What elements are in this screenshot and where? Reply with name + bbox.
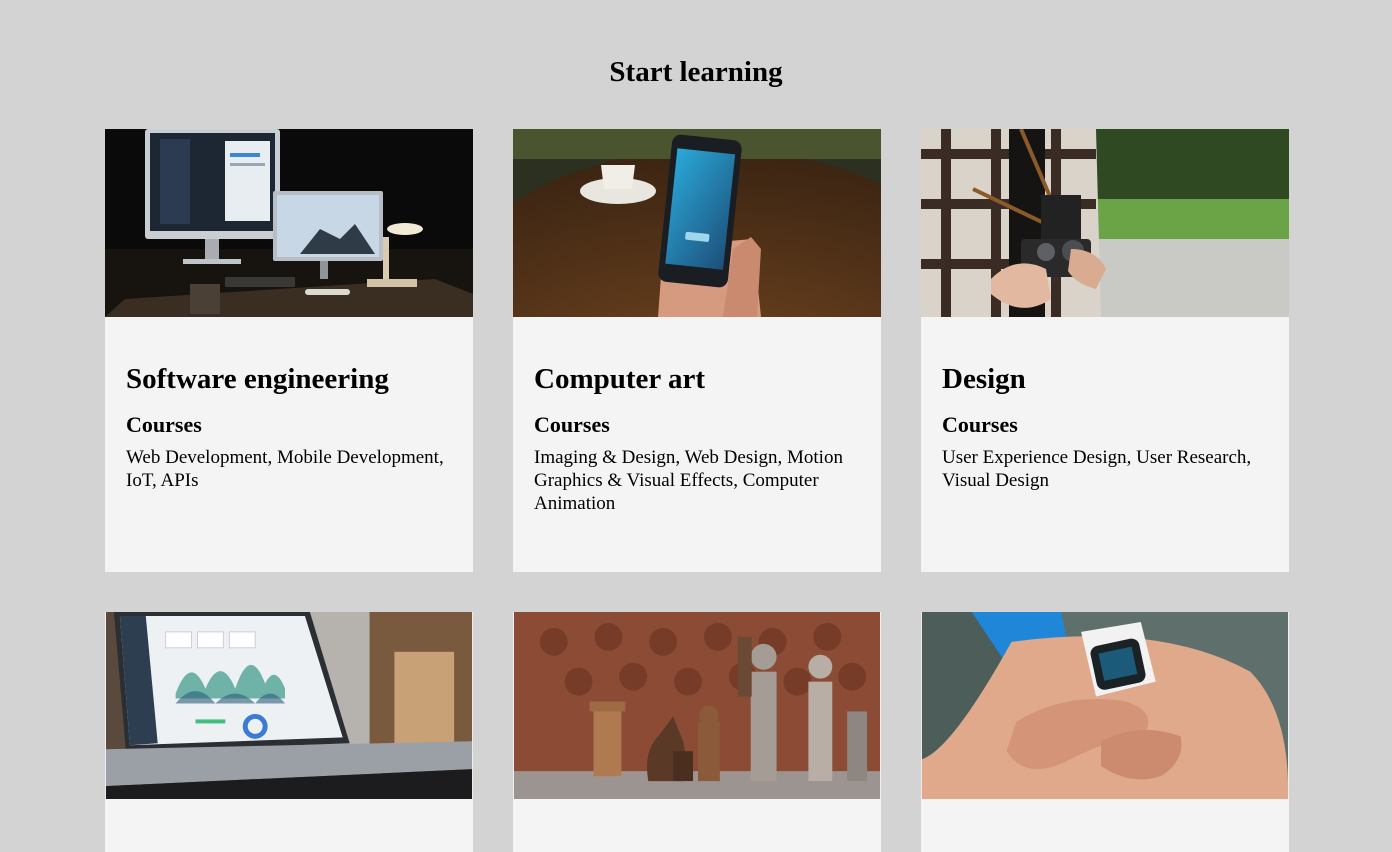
course-card-wearables[interactable] <box>921 612 1289 852</box>
page-title: Start learning <box>609 56 783 88</box>
phone-in-hand-photo <box>513 129 881 317</box>
course-card-computer-art[interactable]: Computer art Courses Imaging & Design, W… <box>513 129 881 572</box>
smartwatch-wrist-photo <box>921 612 1289 799</box>
card-title: Software engineering <box>126 363 389 395</box>
desk-computers-photo <box>105 129 473 317</box>
laptop-dashboard-photo <box>105 612 473 799</box>
camera-in-hands-photo <box>921 129 1289 317</box>
course-card-strategy[interactable] <box>513 612 881 852</box>
courses-heading: Courses <box>534 412 610 437</box>
courses-heading: Courses <box>942 412 1018 437</box>
courses-list: Web Development, Mobile Development, IoT… <box>126 447 444 491</box>
course-card-design[interactable]: Design Courses User Experience Design, U… <box>921 129 1289 572</box>
course-card-software-engineering[interactable]: Software engineering Courses Web Develop… <box>105 129 473 572</box>
courses-list: Imaging & Design, Web Design, Motion Gra… <box>534 447 843 514</box>
card-title: Design <box>942 363 1026 395</box>
chess-pieces-photo <box>513 612 881 799</box>
card-title: Computer art <box>534 363 706 395</box>
courses-heading: Courses <box>126 412 202 437</box>
course-card-analytics[interactable] <box>105 612 473 852</box>
courses-list: User Experience Design, User Research, V… <box>942 447 1252 491</box>
